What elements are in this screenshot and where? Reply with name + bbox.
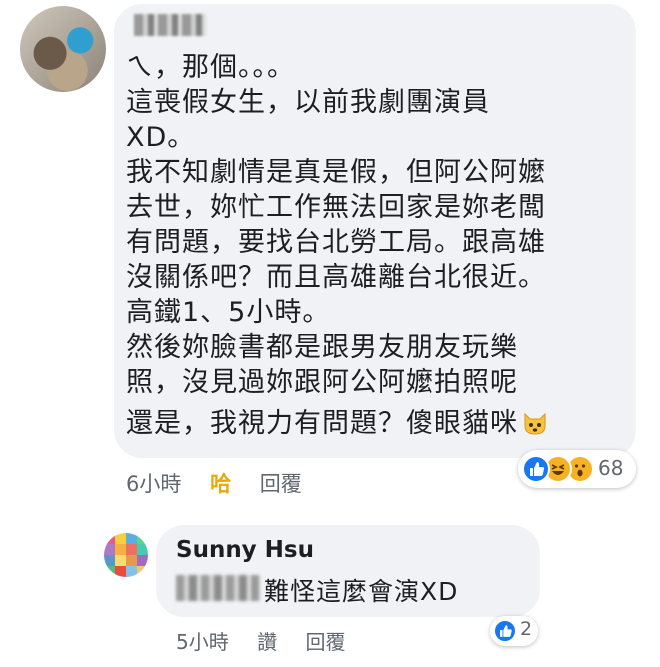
comment-line: 有問題，要找台北勞工局。跟高雄 bbox=[126, 227, 546, 258]
comment-line: ㄟ，那個。。。 bbox=[126, 52, 295, 83]
comment-line: 這喪假女生，以前我劇團演員 bbox=[126, 87, 490, 118]
reply-actions: 5小時 讚 回覆 bbox=[176, 626, 367, 655]
comment-line: XD。 bbox=[126, 122, 196, 153]
reply-reaction-summary[interactable]: 2 bbox=[490, 616, 538, 646]
like-icon bbox=[493, 619, 517, 643]
reply-button[interactable]: 回覆 bbox=[305, 630, 345, 654]
comment-line: 高鐵1、5小時。 bbox=[126, 297, 331, 328]
comment-line: 沒關係吧？而且高雄離台北很近。 bbox=[126, 262, 546, 293]
comment-timestamp[interactable]: 6小時 bbox=[126, 472, 181, 496]
cat-face-icon bbox=[524, 412, 546, 435]
reply-text: 難怪這麼會演XD bbox=[264, 577, 459, 606]
reply-button[interactable]: 回覆 bbox=[260, 472, 302, 496]
like-button[interactable]: 讚 bbox=[257, 630, 277, 654]
comment-line: 我不知劇情是真是假，但阿公阿嬤 bbox=[126, 157, 546, 188]
commenter-name-blurred[interactable] bbox=[134, 14, 206, 36]
reply-timestamp[interactable]: 5小時 bbox=[176, 630, 229, 654]
like-icon bbox=[522, 455, 550, 483]
haha-reaction-button[interactable]: 哈 bbox=[210, 472, 231, 496]
reaction-count: 68 bbox=[598, 456, 624, 480]
comment-actions: 6小時 哈 回覆 bbox=[126, 468, 324, 498]
commenter-avatar[interactable] bbox=[20, 6, 106, 92]
reply-bubble: Sunny Hsu 難怪這麼會演XD bbox=[156, 525, 540, 617]
comment-text: ㄟ，那個。。。 這喪假女生，以前我劇團演員 XD。 我不知劇情是真是假，但阿公阿… bbox=[126, 50, 626, 441]
comment-last-line: 還是，我視力有問題？傻眼貓咪 bbox=[126, 406, 626, 441]
reaction-summary[interactable]: 68 bbox=[518, 450, 636, 488]
reply-author-name[interactable]: Sunny Hsu bbox=[176, 537, 314, 563]
reply-author-avatar[interactable] bbox=[104, 533, 148, 577]
comment-line: 還是，我視力有問題？傻眼貓咪 bbox=[126, 408, 518, 439]
tagged-name-blurred[interactable] bbox=[176, 575, 260, 601]
reply-reaction-count: 2 bbox=[520, 618, 533, 640]
comment-bubble: ㄟ，那個。。。 這喪假女生，以前我劇團演員 XD。 我不知劇情是真是假，但阿公阿… bbox=[114, 4, 636, 458]
comment-line: 然後妳臉書都是跟男友朋友玩樂 bbox=[126, 332, 518, 363]
comment-line: 去世，妳忙工作無法回家是妳老闆 bbox=[126, 192, 546, 223]
comment-line: 照，沒見過妳跟阿公阿嬤拍照呢 bbox=[126, 367, 518, 398]
